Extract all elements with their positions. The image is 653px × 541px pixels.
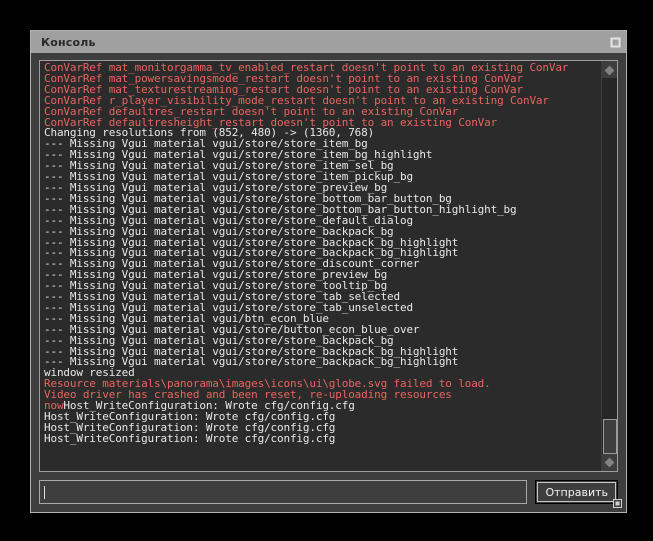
window-title: Консоль [41,35,96,49]
title-bar[interactable]: Консоль [31,31,626,53]
window-body: ConVarRef mat_monitorgamma_tv_enabled_re… [31,53,626,512]
scroll-up-icon[interactable] [602,62,617,78]
console-window: Консоль ConVarRef mat_monitorgamma_tv_en… [30,30,627,513]
restore-window-icon[interactable] [609,36,622,49]
resize-grip-icon[interactable] [612,498,623,509]
scrollbar-track[interactable] [602,78,617,454]
scroll-up-glyph [604,65,615,75]
console-input-row: Отправить [39,480,618,504]
title-bar-buttons [609,36,622,49]
scroll-down-glyph [604,457,615,467]
log-scrollbar[interactable] [600,61,617,471]
submit-button[interactable]: Отправить [535,480,618,504]
text-caret [44,485,45,499]
command-input[interactable] [39,480,528,504]
log-line: Host_WriteConfiguration: Wrote cfg/confi… [44,431,336,445]
console-log-panel: ConVarRef mat_monitorgamma_tv_enabled_re… [39,60,618,472]
scrollbar-thumb[interactable] [603,419,617,454]
scroll-down-icon[interactable] [602,454,617,470]
console-log-output[interactable]: ConVarRef mat_monitorgamma_tv_enabled_re… [40,61,600,471]
